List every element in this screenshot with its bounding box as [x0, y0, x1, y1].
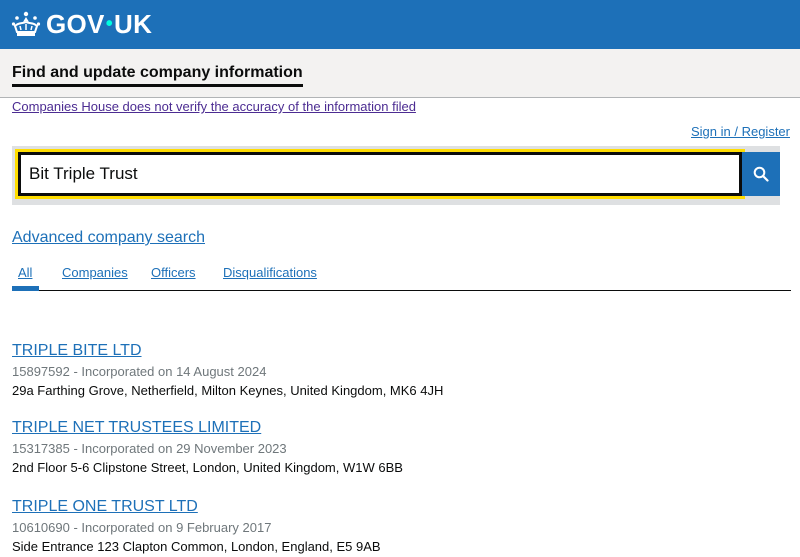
- search-form: [12, 146, 780, 205]
- advanced-search-link[interactable]: Advanced company search: [12, 229, 205, 247]
- govuk-logo-text: GOV•UK: [46, 9, 152, 39]
- search-button[interactable]: [742, 152, 780, 196]
- sign-in-register-link[interactable]: Sign in / Register: [691, 124, 790, 139]
- result-item: TRIPLE ONE TRUST LTD 10610690 - Incorpor…: [12, 498, 381, 554]
- govuk-header: GOV•UK: [0, 0, 800, 49]
- disclaimer-link[interactable]: Companies House does not verify the accu…: [12, 99, 416, 114]
- result-item: TRIPLE NET TRUSTEES LIMITED 15317385 - I…: [12, 419, 403, 475]
- search-icon: [753, 166, 769, 182]
- logo-text-uk: UK: [114, 9, 153, 39]
- result-item: TRIPLE BITE LTD 15897592 - Incorporated …: [12, 342, 443, 398]
- result-address: 2nd Floor 5-6 Clipstone Street, London, …: [12, 460, 403, 475]
- result-meta: 10610690 - Incorporated on 9 February 20…: [12, 520, 272, 535]
- tab-companies[interactable]: Companies: [62, 265, 128, 280]
- tab-officers[interactable]: Officers: [151, 265, 196, 280]
- result-title-link[interactable]: TRIPLE BITE LTD: [12, 342, 443, 360]
- result-title-link[interactable]: TRIPLE NET TRUSTEES LIMITED: [12, 419, 403, 437]
- tab-disqualifications[interactable]: Disqualifications: [223, 265, 317, 280]
- service-name-link[interactable]: Find and update company information: [12, 64, 303, 87]
- result-meta: 15897592 - Incorporated on 14 August 202…: [12, 364, 267, 379]
- active-tab-indicator: [12, 286, 39, 291]
- result-address: Side Entrance 123 Clapton Common, London…: [12, 539, 381, 554]
- logo-dot: •: [105, 13, 114, 35]
- results-tabs: All Companies Officers Disqualifications: [12, 255, 791, 291]
- tab-all[interactable]: All: [18, 265, 32, 280]
- logo-text-gov: GOV: [46, 9, 105, 39]
- result-title-link[interactable]: TRIPLE ONE TRUST LTD: [12, 498, 381, 516]
- crown-icon: [11, 11, 41, 36]
- service-bar: Find and update company information: [0, 49, 800, 98]
- result-meta: 15317385 - Incorporated on 29 November 2…: [12, 441, 287, 456]
- result-address: 29a Farthing Grove, Netherfield, Milton …: [12, 383, 444, 398]
- search-input[interactable]: [15, 149, 745, 199]
